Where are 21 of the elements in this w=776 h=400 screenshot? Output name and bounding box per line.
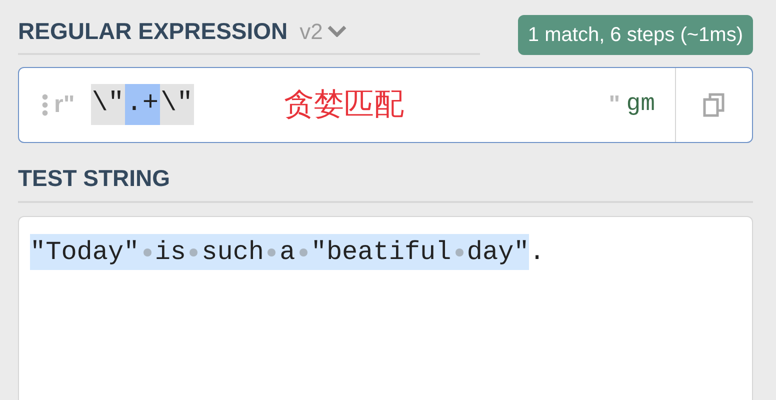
chevron-down-icon[interactable] [326,25,347,38]
match-info-badge: 1 match, 6 steps (~1ms) [518,14,753,54]
regex-delimiter: " [608,90,620,120]
regex-delimiter: r" [54,90,75,120]
regex-token: \" [160,84,194,125]
whitespace-dot-icon [454,248,464,257]
whitespace-dot-icon [189,248,198,257]
section-title: TEST STRING [18,164,170,190]
annotation-text: 贪婪匹配 [284,87,404,123]
drag-handle-icon[interactable] [42,94,48,116]
whitespace-dot-icon [298,248,308,257]
whitespace-dot-icon [267,248,276,257]
whitespace-dot-icon [142,248,152,257]
regex-token: .+ [125,84,160,125]
regex-field[interactable]: r" \".+\" 贪婪匹配 " gm [18,66,753,142]
regex-flags[interactable]: gm [626,86,655,122]
section-title: REGULAR EXPRESSION [18,17,288,46]
match-highlight: "Today" is such a "beatiful day" [30,234,530,270]
test-text: . [529,236,545,269]
test-string-field[interactable]: "Today" is such a "beatiful day". [18,216,753,400]
regex-token: \" [90,84,126,125]
